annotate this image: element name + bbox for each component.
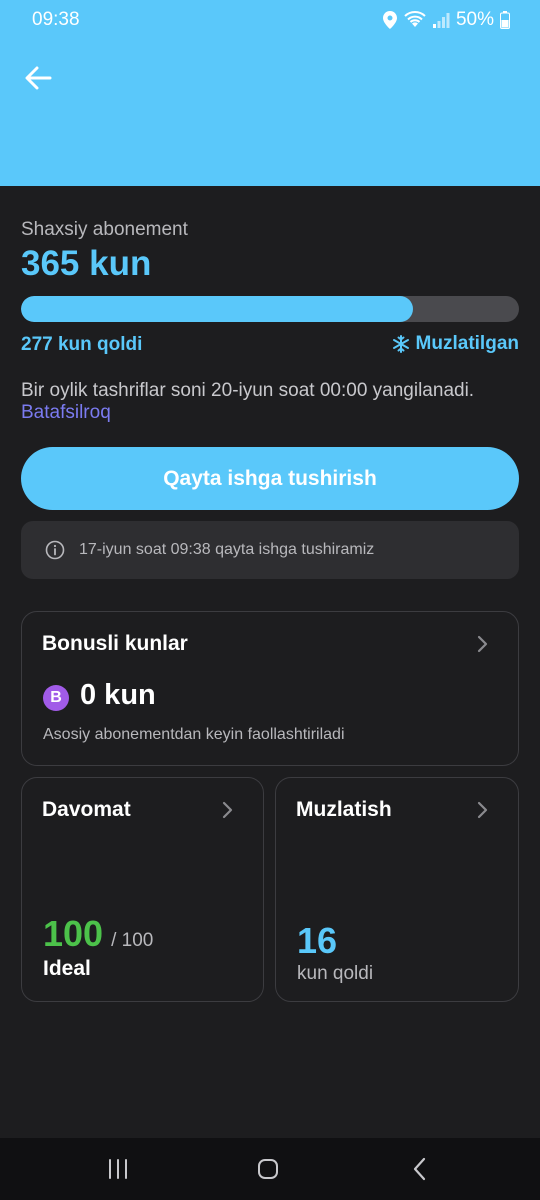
- battery-percent: 50%: [455, 9, 494, 30]
- freeze-card-title: Muzlatish: [296, 798, 392, 821]
- frozen-status: Muzlatilgan: [392, 333, 519, 355]
- header: 09:38 50%: [0, 0, 540, 186]
- wifi-icon: [404, 11, 426, 27]
- recents-button[interactable]: [98, 1154, 138, 1184]
- system-nav-bar: [0, 1138, 540, 1200]
- recents-icon: [109, 1159, 127, 1179]
- nav-back-button[interactable]: [400, 1154, 440, 1184]
- arrow-left-icon: [25, 66, 52, 90]
- chevron-right-icon: [222, 801, 233, 819]
- bonus-days-value: 0 kun: [80, 679, 156, 711]
- home-button[interactable]: [248, 1154, 288, 1184]
- info-icon: [45, 540, 65, 560]
- subscription-type: Shaxsiy abonement: [21, 219, 188, 240]
- freeze-days-count: 16: [297, 920, 338, 961]
- chevron-right-icon: [477, 635, 488, 653]
- bonus-card-title: Bonusli kunlar: [42, 632, 188, 655]
- status-icons: 50%: [382, 9, 510, 31]
- restart-button[interactable]: Qayta ishga tushirish: [21, 447, 519, 510]
- attendance-max: / 100: [111, 930, 154, 951]
- more-details-link[interactable]: Batafsilroq: [21, 402, 111, 424]
- freeze-card[interactable]: Muzlatish 16 kun qoldi: [275, 777, 519, 1002]
- attendance-label: Ideal: [43, 957, 91, 980]
- snowflake-icon: [392, 335, 409, 353]
- location-icon: [382, 11, 397, 29]
- back-button[interactable]: [18, 58, 58, 98]
- attendance-card-title: Davomat: [42, 798, 131, 821]
- signal-icon: [432, 13, 450, 28]
- restart-info-box: 17-iyun soat 09:38 qayta ishga tushirami…: [21, 521, 519, 579]
- bonus-badge-icon: B: [43, 685, 69, 711]
- subscription-duration: 365 kun: [21, 244, 152, 283]
- status-time: 09:38: [32, 9, 80, 30]
- back-icon: [413, 1157, 426, 1181]
- battery-icon: [500, 11, 510, 29]
- attendance-score-row: 100 / 100: [43, 913, 153, 955]
- chevron-right-icon: [477, 801, 488, 819]
- bonus-card-description: Asosiy abonementdan keyin faollashtirila…: [43, 726, 345, 743]
- attendance-card[interactable]: Davomat 100 / 100 Ideal: [21, 777, 264, 1002]
- subscription-progress-bar: [21, 296, 519, 322]
- home-icon: [258, 1159, 278, 1179]
- visits-notice: Bir oylik tashriflar soni 20-iyun soat 0…: [21, 380, 475, 401]
- days-remaining: 277 kun qoldi: [21, 334, 143, 355]
- freeze-days-label: kun qoldi: [297, 963, 374, 984]
- progress-fill: [21, 296, 413, 322]
- attendance-score: 100: [43, 913, 104, 954]
- screen: 09:38 50% Shaxsiy abonement 365 kun 277 …: [0, 0, 540, 1200]
- bonus-days-card[interactable]: Bonusli kunlar B 0 kun Asosiy abonementd…: [21, 611, 519, 766]
- status-bar: 09:38 50%: [0, 0, 540, 40]
- frozen-label: Muzlatilgan: [415, 333, 519, 354]
- restart-info-text: 17-iyun soat 09:38 qayta ishga tushirami…: [79, 541, 375, 558]
